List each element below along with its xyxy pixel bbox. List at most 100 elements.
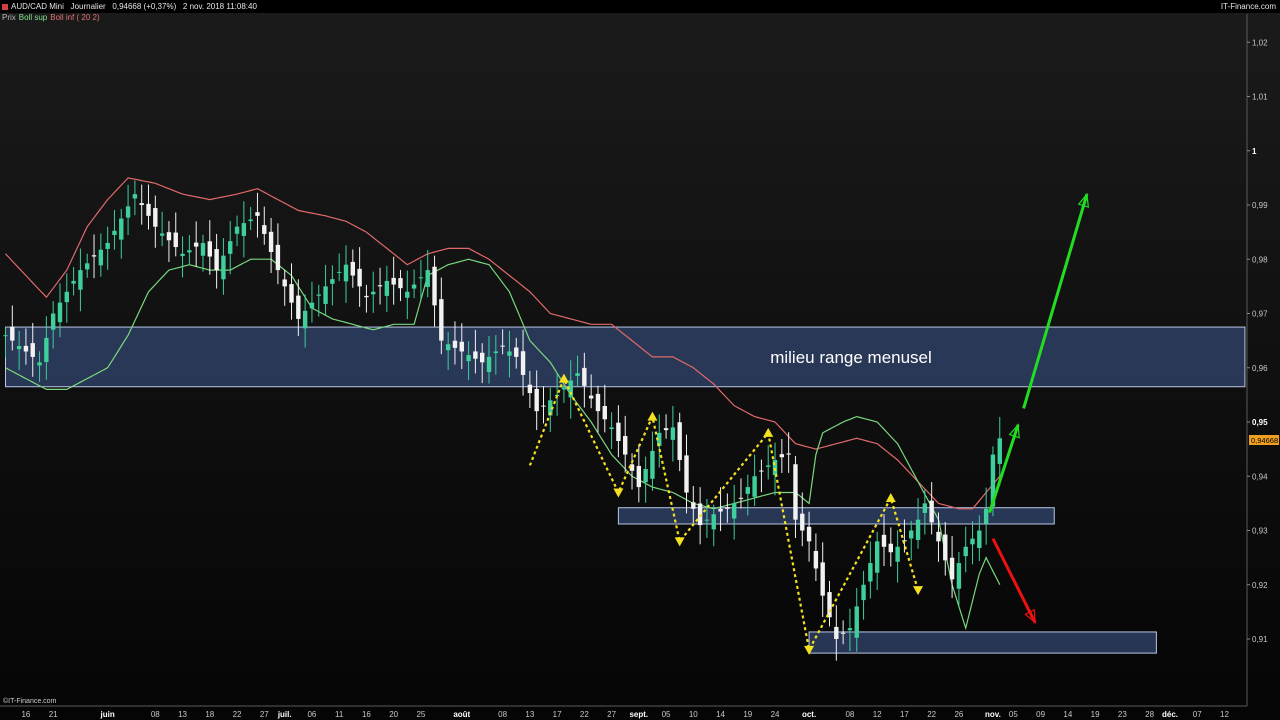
candle-body [384, 280, 390, 296]
candle-body [200, 242, 206, 256]
candle-body [445, 344, 451, 351]
price-tick-label: 0,95 [1252, 418, 1268, 427]
candle-body [493, 351, 499, 354]
candle-body [609, 427, 614, 430]
swing-arrowhead [613, 488, 624, 498]
candle-body [296, 295, 301, 319]
time-tick-label: 07 [1193, 710, 1202, 719]
candle-body [166, 232, 172, 241]
time-tick-label: 08 [498, 710, 507, 719]
candle-body [704, 519, 710, 521]
candle-body [623, 435, 628, 455]
price-tick-label: 0,94 [1252, 472, 1268, 481]
candle-body [486, 356, 492, 373]
legend-lower-band: Boll inf ( 20 2) [50, 13, 100, 22]
candle-body [527, 384, 533, 394]
candle-body [255, 212, 260, 216]
candle-body [125, 206, 131, 218]
time-tick-label: 24 [771, 710, 780, 719]
candle-body [336, 271, 342, 273]
candle-body [997, 438, 1002, 464]
candle-body [922, 503, 928, 513]
candle-body [691, 502, 696, 509]
time-tick-label: 27 [260, 710, 269, 719]
price-chart[interactable]: milieu range menusel 1,02 1,01 1 0,99 0,98 0,9… [0, 0, 1280, 720]
candle-body [452, 340, 458, 348]
candle-body [582, 367, 587, 386]
chart-area[interactable]: milieu range menusel 1,02 1,01 1 0,99 0,98 0,9… [0, 0, 1280, 720]
candle-body [936, 531, 941, 542]
swing-arrowhead [647, 411, 658, 421]
candle-body [779, 454, 785, 458]
candle-body [371, 291, 376, 295]
time-tick-label: 12 [1220, 710, 1229, 719]
candle-body [663, 428, 669, 431]
candle-body [745, 487, 750, 494]
candle-body [711, 514, 716, 530]
candle-body [159, 233, 165, 236]
candle-body [752, 476, 757, 497]
candle-body [405, 291, 410, 298]
price-tick-label: 1,02 [1252, 38, 1268, 47]
time-tick-label: 11 [335, 710, 344, 719]
candle-body [725, 507, 730, 509]
candle-body [963, 546, 968, 557]
candle-body [268, 231, 274, 253]
time-tick-label: 10 [689, 710, 698, 719]
swing-arrowhead [674, 537, 685, 547]
candle-body [316, 294, 321, 296]
price-tick-label: 0,92 [1252, 581, 1268, 590]
time-tick-label: 17 [553, 710, 562, 719]
time-tick-label: août [453, 710, 470, 719]
time-tick-label: 05 [1009, 710, 1018, 719]
time-tick-label: 22 [927, 710, 936, 719]
time-tick-label: déc. [1162, 710, 1178, 719]
price-tick-label: 0,98 [1252, 255, 1268, 264]
candle-body [78, 270, 83, 290]
timeframe: Journalier [70, 2, 106, 11]
candle-body [411, 284, 417, 289]
candle-body [820, 562, 825, 596]
candle-body [759, 470, 764, 472]
candle-body [473, 351, 478, 359]
chart-header: AUD/CAD Mini Journalier 0,94668 (+0,37%)… [0, 0, 1280, 13]
candle-body [786, 453, 791, 455]
candle-body [425, 270, 430, 287]
candle-body [480, 352, 485, 363]
time-tick-label: juil. [277, 710, 292, 719]
candle-body [275, 244, 281, 271]
price-change: (+0,37%) [143, 2, 177, 11]
candle-body [350, 261, 356, 276]
time-tick-label: 22 [580, 710, 589, 719]
candle-body [868, 563, 873, 582]
legend-upper-band: Boll sup [18, 13, 48, 22]
candle-body [105, 242, 110, 249]
candle-body [119, 218, 124, 240]
time-tick-label: 16 [362, 710, 371, 719]
candle-body [500, 345, 505, 347]
time-tick-label: 26 [954, 710, 963, 719]
candle-body [98, 249, 104, 266]
symbol-name: AUD/CAD Mini [11, 2, 64, 11]
candle-body [214, 249, 219, 271]
candle-body [602, 406, 607, 420]
brand-label: IT-Finance.com [1220, 2, 1276, 11]
candle-body [221, 255, 226, 280]
candle-body [282, 279, 287, 287]
time-tick-label: 13 [525, 710, 534, 719]
price-tick-label: 1,01 [1252, 93, 1268, 102]
candle-body [847, 628, 853, 631]
candle-body [575, 373, 580, 376]
candle-body [234, 226, 240, 234]
time-tick-label: nov. [985, 710, 1001, 719]
candle-body [3, 335, 8, 337]
candle-body [718, 508, 723, 512]
candle-body [364, 295, 369, 298]
candle-body [534, 388, 539, 412]
candle-body [561, 387, 567, 390]
candle-body [153, 208, 158, 227]
swing-arrowhead [763, 427, 774, 437]
candle-body [888, 543, 893, 553]
candle-body [180, 253, 185, 257]
candle-body [983, 508, 989, 524]
